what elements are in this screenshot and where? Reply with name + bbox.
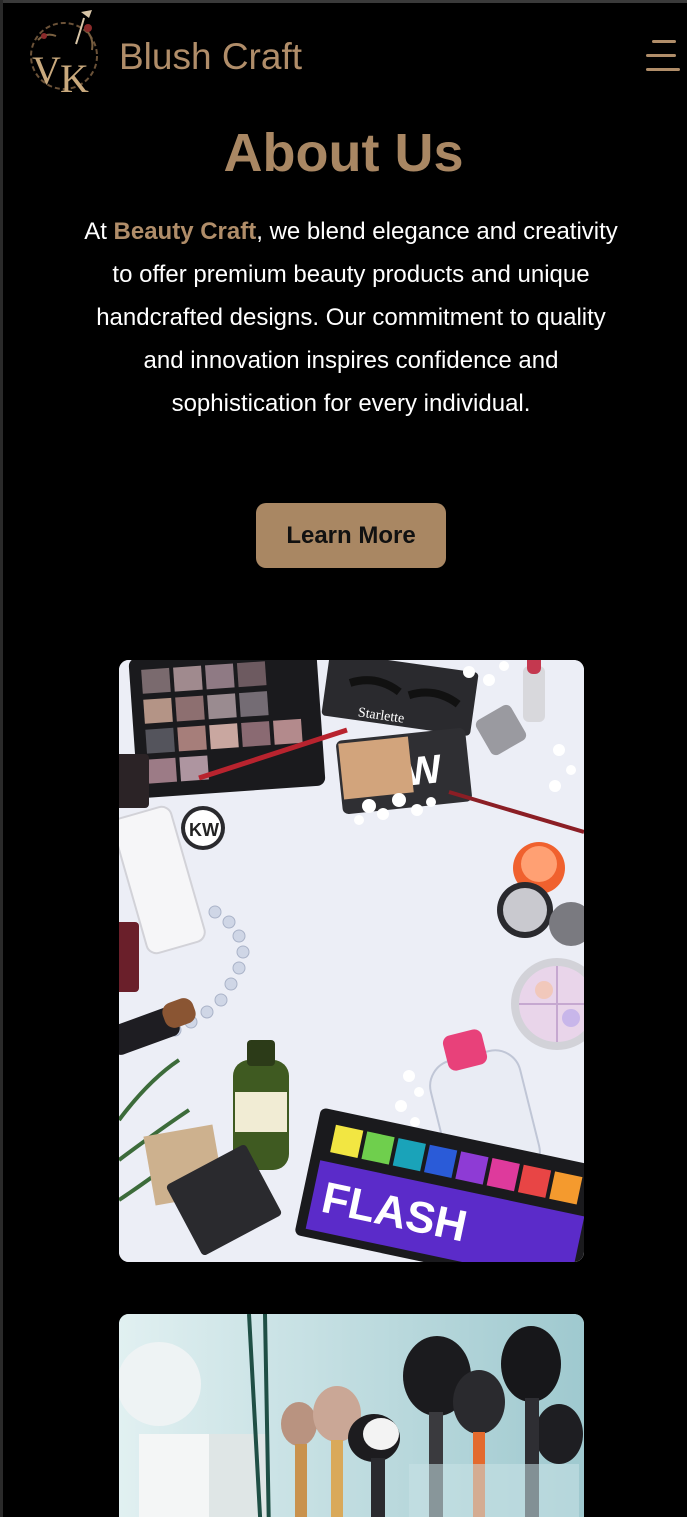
- about-description: At Beauty Craft, we blend elegance and c…: [74, 210, 628, 425]
- brand-name[interactable]: Blush Craft: [119, 36, 302, 78]
- menu-line: [646, 68, 680, 71]
- hamburger-menu-icon[interactable]: [642, 38, 682, 76]
- svg-text:V: V: [32, 48, 61, 93]
- vk-monogram-logo-icon[interactable]: V K: [26, 10, 104, 101]
- about-text-suffix: , we blend elegance and creativity to of…: [96, 218, 618, 417]
- learn-more-button[interactable]: Learn More: [256, 503, 446, 568]
- site-header: V K Blush Craft: [0, 0, 687, 110]
- window-left-edge: [0, 0, 3, 1517]
- menu-line: [652, 40, 676, 43]
- page-title: About Us: [223, 123, 464, 183]
- brand-highlight: Beauty Craft: [113, 218, 257, 245]
- makeup-flatlay-image: Starlette KW KW: [119, 660, 584, 1262]
- makeup-brushes-image: [119, 1314, 584, 1517]
- svg-text:K: K: [60, 56, 89, 96]
- about-text-prefix: At: [84, 218, 114, 245]
- menu-line: [646, 54, 676, 57]
- kw-tin-label: KW: [189, 820, 219, 840]
